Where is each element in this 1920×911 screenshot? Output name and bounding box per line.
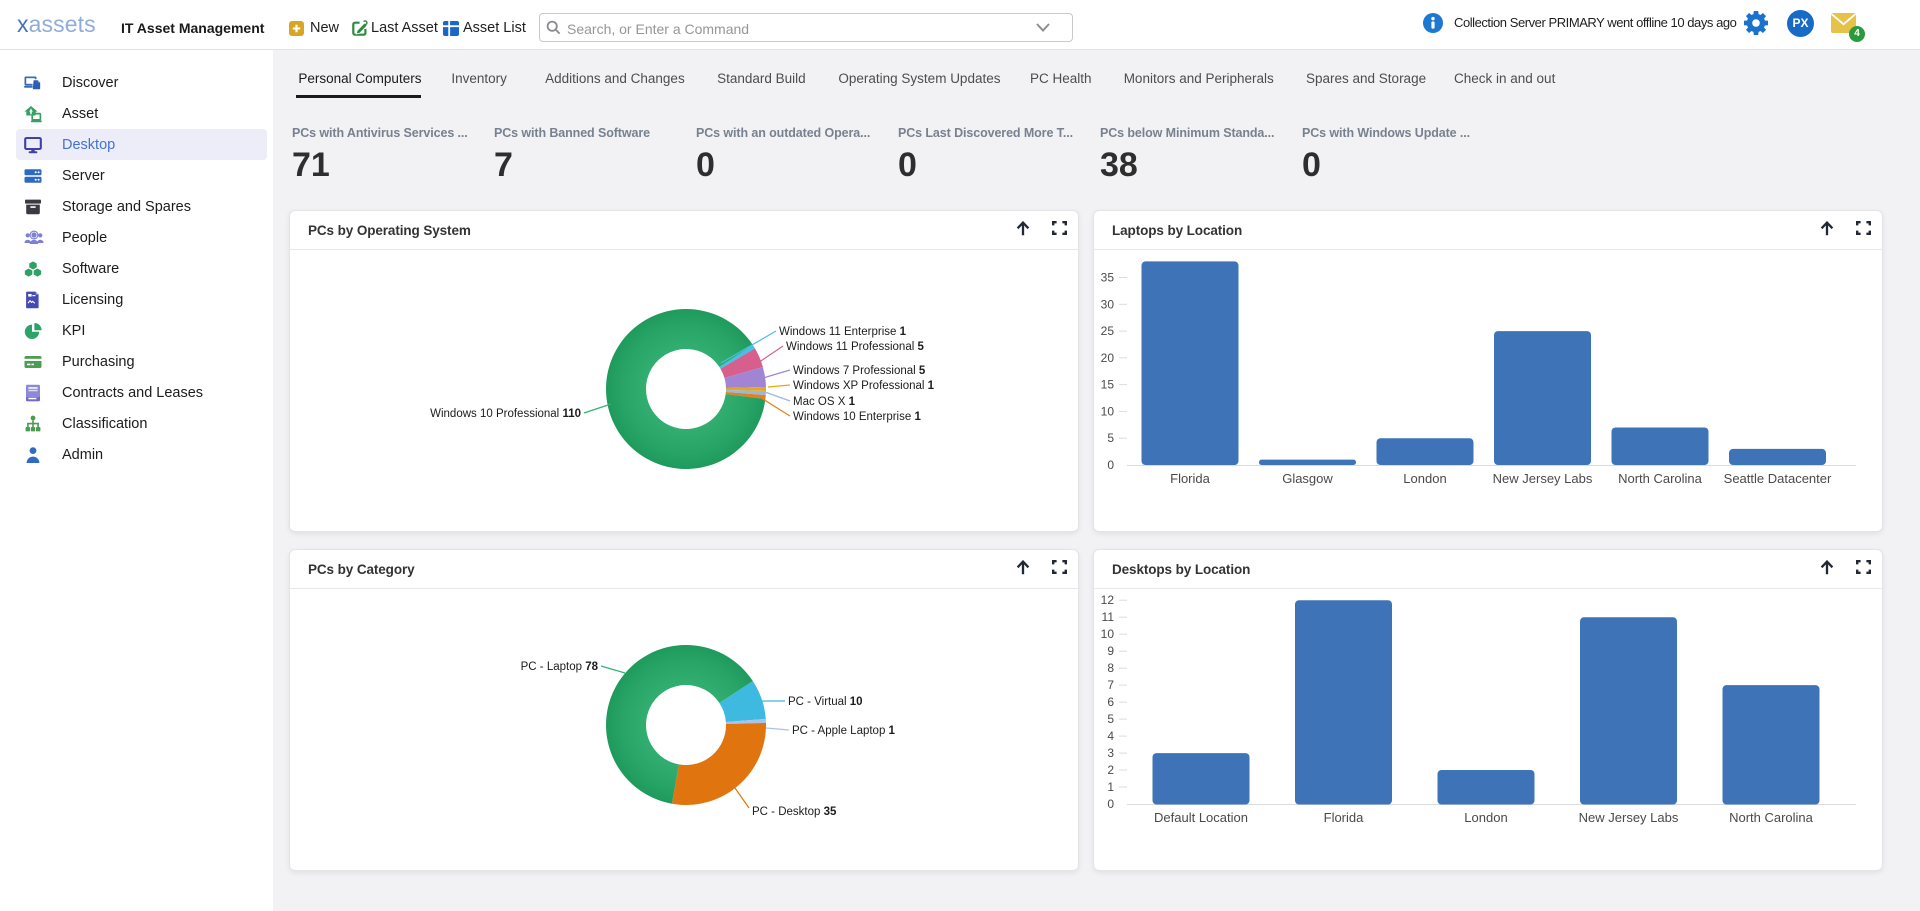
svg-text:8: 8 [1107,661,1114,675]
svg-text:Windows XP Professional 1: Windows XP Professional 1 [793,380,935,392]
svg-text:Florida: Florida [1170,471,1211,486]
svg-text:North Carolina: North Carolina [1618,471,1703,486]
svg-text:New Jersey Labs: New Jersey Labs [1493,471,1593,486]
svg-text:4: 4 [1107,729,1114,743]
svg-text:5: 5 [1107,431,1114,445]
svg-text:Mac OS X 1: Mac OS X 1 [793,396,856,408]
svg-text:1: 1 [1107,780,1114,794]
svg-text:35: 35 [1101,271,1115,285]
svg-text:15: 15 [1101,378,1115,392]
svg-text:London: London [1403,471,1446,486]
svg-text:North Carolina: North Carolina [1729,810,1814,825]
svg-text:25: 25 [1101,324,1115,338]
svg-text:10: 10 [1101,627,1115,641]
svg-text:PC - Virtual 10: PC - Virtual 10 [788,696,863,708]
svg-text:PC - Laptop 78: PC - Laptop 78 [521,661,599,673]
svg-text:Windows 7 Professional 5: Windows 7 Professional 5 [793,365,926,377]
svg-text:6: 6 [1107,695,1114,709]
svg-text:9: 9 [1107,644,1114,658]
svg-text:Windows 11 Enterprise 1: Windows 11 Enterprise 1 [779,326,907,338]
svg-text:Windows 10 Enterprise 1: Windows 10 Enterprise 1 [793,411,921,423]
svg-text:7: 7 [1107,678,1114,692]
svg-text:Windows 10 Professional 110: Windows 10 Professional 110 [430,408,581,420]
svg-text:Glasgow: Glasgow [1282,471,1333,486]
svg-text:0: 0 [1107,458,1114,472]
svg-text:PC - Desktop 35: PC - Desktop 35 [752,806,837,818]
svg-text:2: 2 [1107,763,1114,777]
svg-text:11: 11 [1102,610,1115,624]
svg-text:0: 0 [1107,797,1114,811]
svg-text:Default Location: Default Location [1154,810,1248,825]
svg-text:Seattle Datacenter: Seattle Datacenter [1724,471,1832,486]
svg-text:30: 30 [1101,297,1115,311]
svg-text:London: London [1464,810,1507,825]
svg-text:3: 3 [1107,746,1114,760]
svg-text:New Jersey Labs: New Jersey Labs [1579,810,1679,825]
svg-text:10: 10 [1101,404,1115,418]
svg-text:Florida: Florida [1324,810,1365,825]
svg-text:20: 20 [1101,351,1115,365]
svg-text:PC - Apple Laptop 1: PC - Apple Laptop 1 [792,725,896,737]
svg-text:Windows 11 Professional 5: Windows 11 Professional 5 [786,341,924,353]
svg-text:12: 12 [1101,593,1115,607]
svg-text:5: 5 [1107,712,1114,726]
